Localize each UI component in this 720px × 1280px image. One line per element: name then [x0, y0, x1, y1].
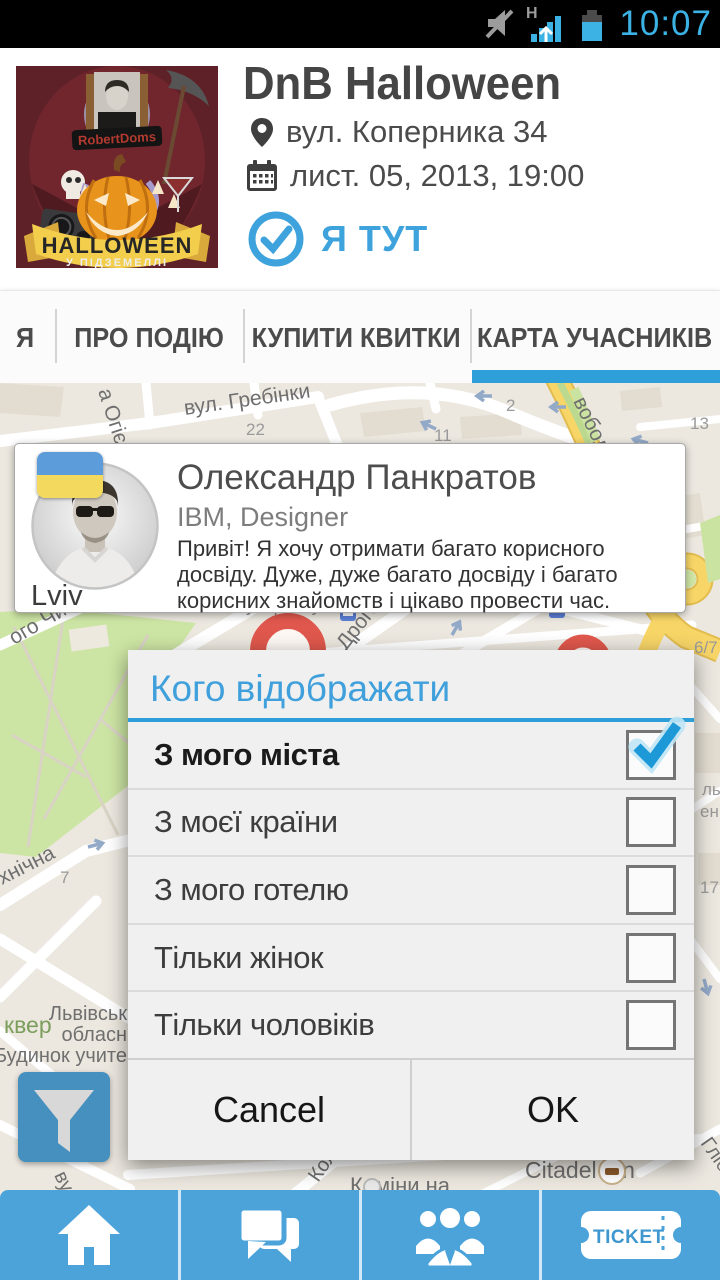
ticket-icon: TICKET — [579, 1205, 683, 1265]
event-title: DnB Halloween — [243, 56, 561, 110]
event-header: RobertDoms — [0, 48, 720, 290]
poi-label-fragment: ен — [700, 802, 719, 821]
participant-message: Привіт! Я хочу отримати багато корисного… — [177, 536, 679, 614]
checkbox[interactable] — [626, 730, 676, 780]
cancel-button[interactable]: Cancel — [128, 1060, 410, 1160]
participant-city: Lviv — [31, 580, 83, 613]
dialog-buttons: Cancel OK — [128, 1058, 694, 1160]
nav-home-button[interactable] — [0, 1190, 178, 1280]
ukraine-flag-icon — [37, 452, 103, 498]
option-label: Тільки жінок — [154, 940, 323, 976]
option-label: З мого міста — [154, 737, 339, 773]
clock: 10:07 — [619, 4, 712, 44]
bottom-navigation: TICKET — [0, 1190, 720, 1280]
house-number: 6/7 — [694, 638, 718, 657]
signal-strength-icon: H — [525, 4, 569, 44]
check-icon — [625, 713, 683, 771]
tab-bar: Я ПРО ПОДІЮ КУПИТИ КВИТКИ КАРТА УЧАСНИКІ… — [0, 290, 720, 383]
house-number: 17 — [700, 878, 719, 897]
poster-subtitle: У ПІДЗЕМЕЛЛІ — [66, 257, 168, 268]
dialog-option-from-my-hotel[interactable]: З мого готелю — [128, 857, 694, 925]
tab-about-event[interactable]: ПРО ПОДІЮ — [55, 291, 243, 384]
poi-label: Будинок учите — [0, 1045, 127, 1067]
option-label: З моєї країни — [154, 804, 338, 840]
dialog-option-from-my-city[interactable]: З мого міста — [128, 722, 694, 790]
ticket-label: TICKET — [593, 1227, 665, 1248]
checkbox[interactable] — [626, 1000, 676, 1050]
house-number: 22 — [246, 420, 265, 439]
participant-name: Олександр Панкратов — [177, 458, 536, 498]
checkbox[interactable] — [626, 865, 676, 915]
app-screen: H 10:07 — [0, 0, 720, 1280]
checkbox[interactable] — [626, 797, 676, 847]
check-circle-icon — [247, 210, 305, 268]
option-label: З мого готелю — [154, 872, 348, 908]
nav-chat-button[interactable] — [178, 1190, 359, 1280]
poster-title: HALLOWEEN — [42, 233, 193, 258]
filter-button[interactable] — [18, 1072, 110, 1162]
participant-role: IBM, Designer — [177, 502, 348, 533]
house-number: 7 — [60, 868, 69, 887]
selected-tab-indicator — [472, 370, 720, 383]
event-address-row: вул. Коперника 34 — [250, 114, 548, 150]
home-icon — [56, 1203, 122, 1267]
option-label: Тільки чоловіків — [154, 1007, 374, 1043]
ok-button[interactable]: OK — [412, 1060, 694, 1160]
battery-icon — [579, 5, 605, 43]
park-label: квер — [4, 1012, 52, 1038]
filter-dialog: Кого відображати З мого міста З моєї кра… — [128, 650, 694, 1160]
location-pin-icon — [250, 116, 274, 148]
event-datetime: лист. 05, 2013, 19:00 — [290, 158, 584, 194]
participant-card[interactable]: Олександр Панкратов IBM, Designer Привіт… — [14, 443, 686, 613]
house-number: 2 — [506, 396, 515, 415]
tab-partial[interactable]: Я — [0, 291, 50, 384]
house-number: 13 — [690, 414, 709, 433]
dialog-title: Кого відображати — [128, 650, 694, 718]
dialog-option-men-only[interactable]: Тільки чоловіків — [128, 992, 694, 1058]
checkin-label: Я ТУТ — [321, 218, 428, 260]
svg-text:H: H — [526, 5, 538, 22]
event-poster-image: RobertDoms — [16, 66, 218, 268]
nav-participants-button[interactable] — [359, 1190, 540, 1280]
dialog-option-women-only[interactable]: Тільки жінок — [128, 925, 694, 993]
dialog-option-from-my-country[interactable]: З моєї країни — [128, 790, 694, 858]
event-address: вул. Коперника 34 — [286, 114, 548, 150]
chat-icon — [235, 1204, 305, 1266]
nav-tickets-button[interactable]: TICKET — [539, 1190, 720, 1280]
poi-label: обласн — [61, 1024, 127, 1046]
checkbox[interactable] — [626, 933, 676, 983]
tab-buy-tickets[interactable]: КУПИТИ КВИТКИ — [243, 291, 470, 384]
calendar-icon — [246, 160, 278, 192]
mute-icon — [485, 6, 515, 42]
poi-label-fragment: ль — [702, 780, 720, 799]
event-date-row: лист. 05, 2013, 19:00 — [246, 158, 584, 194]
filter-funnel-icon — [18, 1072, 110, 1162]
status-bar: H 10:07 — [0, 0, 720, 48]
poi-label: Львівськ — [49, 1003, 127, 1025]
group-icon — [414, 1203, 486, 1267]
checkin-button[interactable]: Я ТУТ — [247, 210, 428, 268]
